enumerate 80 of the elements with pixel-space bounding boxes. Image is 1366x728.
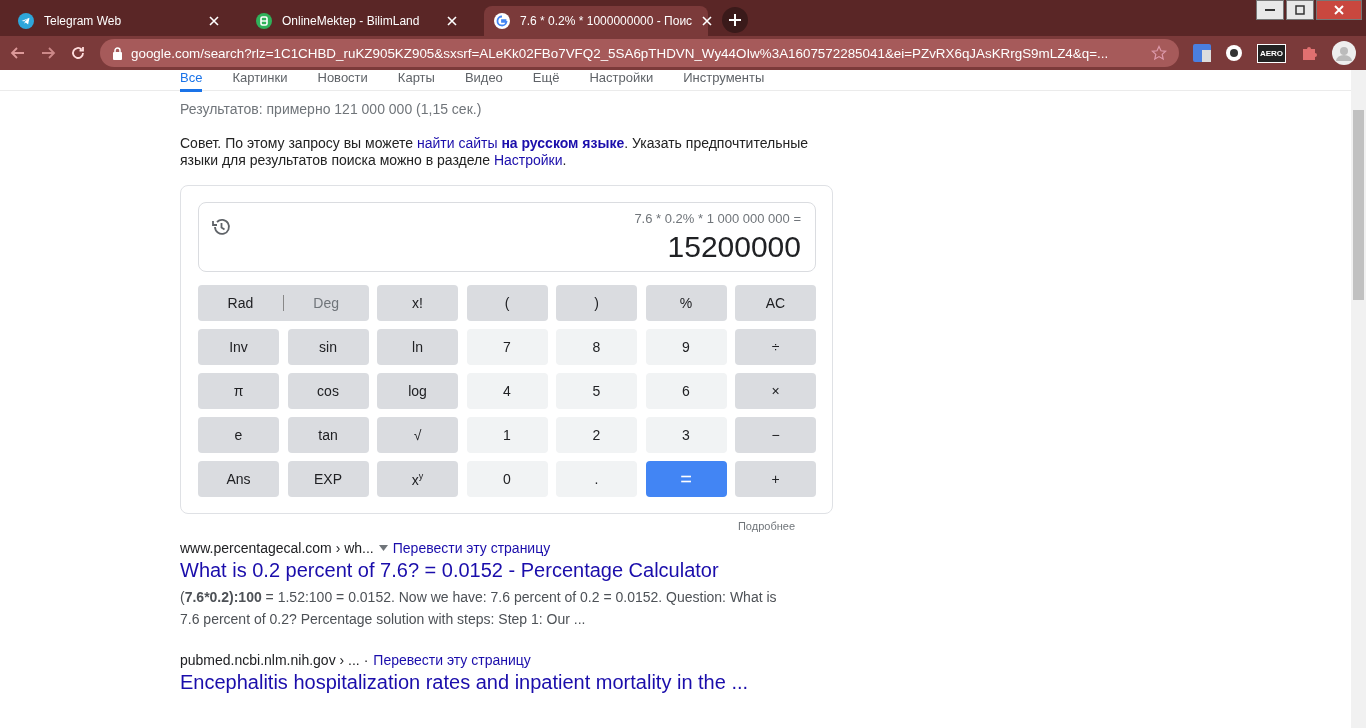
scrollbar[interactable] <box>1351 70 1366 728</box>
calculator-key[interactable]: + <box>735 461 816 497</box>
calculator-key[interactable]: AC <box>735 285 816 321</box>
maximize-icon[interactable] <box>1286 0 1314 20</box>
result-url: www.percentagecal.com › wh... <box>180 540 374 556</box>
result-title-link[interactable]: What is 0.2 percent of 7.6? = 0.0152 - Percentage Calculator <box>180 559 719 582</box>
calculator-key[interactable]: 8 <box>556 329 637 365</box>
search-tab[interactable]: Новости <box>317 70 368 89</box>
url-text: google.com/search?rlz=1C1CHBD_ruKZ905KZ905&sxsrf=ALeKk02FBo7VFQ2_5SA6pTHDVN_Wy44OIw%3A1607572285041&ei=PZvRX6qJAsKRrgS9mLZ4&q=... <box>131 45 1110 61</box>
more-link[interactable]: Подробнее <box>180 520 795 532</box>
letter-b-icon <box>256 13 272 29</box>
translate-icon[interactable] <box>1192 44 1211 62</box>
calculator-key[interactable]: Ans <box>198 461 279 497</box>
reload-icon[interactable] <box>70 45 86 61</box>
result-snippet: (7.6*0.2):100 = 1.52:100 = 0.0152. Now we have: 7.6 percent of 0.2 = 0.0152. Question: What is 7.6 percent of 0.2? Percentage solution with steps: Step 1: Our ... <box>180 588 778 629</box>
calculator-key[interactable]: tan <box>287 417 369 453</box>
result-text: 15200000 <box>667 229 801 264</box>
calculator-key[interactable]: 9 <box>645 329 727 365</box>
search-tab[interactable]: Видео <box>464 70 503 89</box>
search-tab[interactable]: Все <box>180 70 203 92</box>
back-icon[interactable] <box>10 45 26 61</box>
browser-tab[interactable]: OnlineMektep - BilimLand <box>246 6 470 36</box>
search-tab[interactable]: Инструменты <box>683 70 765 89</box>
angle-mode-button[interactable]: Rad <box>198 285 283 321</box>
calculator-key[interactable]: Inv <box>198 329 279 365</box>
calculator-key[interactable]: % <box>645 285 727 321</box>
calculator-key[interactable]: 2 <box>556 417 637 453</box>
calculator-key[interactable]: × <box>735 373 816 409</box>
search-tab[interactable]: Карты <box>397 70 435 89</box>
calculator-key[interactable]: sin <box>287 329 369 365</box>
calculator-key[interactable]: 4 <box>466 373 548 409</box>
language-tip: Совет. По этому запросу вы можете найти сайты на русском языке. Указать предпочтительные языки для результатов поиска можно в разделе Настройки. <box>180 135 810 169</box>
paper-plane-icon <box>18 13 34 29</box>
calculator-key[interactable]: 6 <box>645 373 727 409</box>
avatar-icon[interactable] <box>1332 41 1356 65</box>
translate-link[interactable]: Перевести эту страницу <box>373 652 531 668</box>
calculator-key[interactable]: ) <box>556 285 637 321</box>
result-url: pubmed.ncbi.nlm.nih.gov › ... · <box>180 652 369 668</box>
search-tab[interactable]: Настройки <box>589 70 654 89</box>
calculator-key[interactable]: 7 <box>466 329 548 365</box>
g-logo-icon <box>494 13 510 29</box>
scrollbar-thumb[interactable] <box>1353 110 1364 300</box>
calculator-key[interactable]: ( <box>466 285 548 321</box>
calculator-key[interactable]: log <box>377 373 458 409</box>
puzzle-icon[interactable] <box>1300 44 1318 62</box>
extension-icon[interactable]: AERO <box>1256 43 1286 63</box>
calculator-key[interactable]: 3 <box>645 417 727 453</box>
browser-tab[interactable]: Telegram Web <box>8 6 232 36</box>
calculator-key[interactable]: EXP <box>287 461 369 497</box>
star-icon[interactable] <box>1150 45 1167 61</box>
translate-link[interactable]: Перевести эту страницу <box>392 540 551 556</box>
search-tab[interactable]: Картинки <box>232 70 288 89</box>
calculator-key[interactable]: cos <box>287 373 369 409</box>
calculator-key[interactable]: x$^{y}$ <box>377 461 458 497</box>
caret-icon[interactable] <box>378 545 388 551</box>
calculator-key[interactable]: − <box>735 417 816 453</box>
lock-icon <box>112 46 123 60</box>
expression-text: 7.6 * 0.2% * 1 000 000 000 = <box>634 210 801 226</box>
tip-link[interactable]: Настройки <box>493 152 563 168</box>
calculator-key[interactable]: e <box>198 417 279 453</box>
result-stats: Результатов: примерно 121 000 000 (1,15 сек.) <box>180 101 483 117</box>
calculator-key[interactable]: 1 <box>466 417 548 453</box>
new-tab-icon[interactable] <box>722 7 748 33</box>
circle-icon[interactable] <box>1224 44 1243 62</box>
calculator-key[interactable]: ÷ <box>735 329 816 365</box>
address-bar[interactable]: google.com/search?rlz=1C1CHBD_ruKZ905KZ905&sxsrf=ALeKk02FBo7VFQ2_5SA6pTHDVN_Wy44OIw%3A1607572285041&ei=PZvRX6qJAsKRrgS9mLZ4&q=... <box>100 39 1179 67</box>
minimize-icon[interactable] <box>1256 0 1284 20</box>
calculator-key[interactable]: π <box>198 373 279 409</box>
tip-link[interactable]: найти сайты на русском языке <box>416 135 625 151</box>
search-tab[interactable]: Ещё <box>532 70 560 89</box>
history-icon[interactable] <box>211 217 231 237</box>
calculator-key[interactable]: √ <box>377 417 458 453</box>
calculator-key[interactable]: . <box>556 461 637 497</box>
equals-key[interactable]: = <box>645 461 727 497</box>
calculator-key[interactable]: x! <box>377 285 458 321</box>
result-title-link[interactable]: Encephalitis hospitalization rates and inpatient mortality in the ... <box>180 671 749 694</box>
calculator-key[interactable]: 5 <box>556 373 637 409</box>
calculator-key[interactable]: ln <box>377 329 458 365</box>
calculator-key[interactable]: 0 <box>466 461 548 497</box>
forward-icon[interactable] <box>40 45 56 61</box>
